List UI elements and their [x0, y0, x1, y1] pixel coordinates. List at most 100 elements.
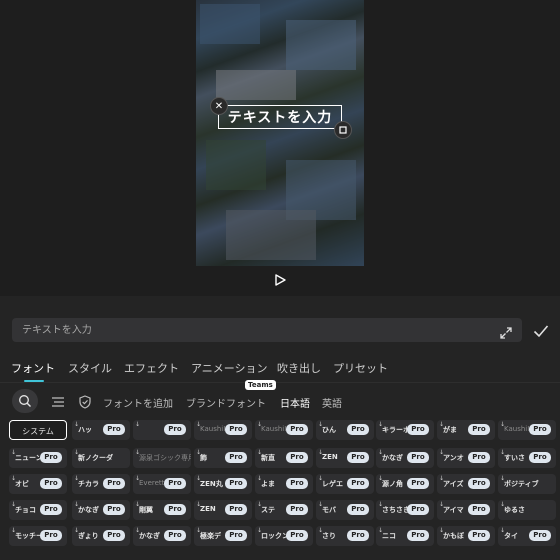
- font-item[interactable]: ↓ ロックン Pro: [255, 526, 313, 546]
- font-item[interactable]: ↓ Pro: [133, 420, 191, 440]
- pro-badge: Pro: [103, 504, 125, 515]
- font-item[interactable]: ↓ かなぎ Pro: [72, 500, 130, 520]
- list-icon[interactable]: [51, 394, 65, 408]
- font-name: タイ: [504, 532, 518, 540]
- pro-badge: Pro: [225, 424, 247, 435]
- tab-preset[interactable]: プリセット: [333, 360, 388, 376]
- font-item[interactable]: ↓ かなぎ Pro: [376, 448, 434, 468]
- pro-badge: Pro: [40, 530, 62, 541]
- pro-badge: Pro: [286, 478, 308, 489]
- font-item[interactable]: ↓ モバ Pro: [316, 500, 374, 520]
- pro-badge: Pro: [286, 530, 308, 541]
- play-icon[interactable]: [273, 272, 287, 286]
- font-item[interactable]: ↓ かもぼ Pro: [437, 526, 495, 546]
- font-grid: システム ↓ ハッ Pro ↓ Pro ↓ KaushiI Pro ↓ KaushiI Pro ↓ ひん P…: [9, 420, 557, 560]
- download-icon: ↓: [135, 421, 141, 428]
- font-name: レゲエ: [322, 480, 343, 488]
- pro-badge: Pro: [347, 478, 369, 489]
- pro-badge: Pro: [103, 478, 125, 489]
- font-item[interactable]: ↓ ぎょり Pro: [72, 526, 130, 546]
- expand-icon[interactable]: [500, 324, 512, 339]
- font-name: 極楽デ: [200, 532, 221, 540]
- font-name: ポジティブ: [504, 480, 539, 488]
- resize-icon[interactable]: [334, 121, 352, 139]
- pro-badge: Pro: [40, 504, 62, 515]
- font-item[interactable]: ↓ ゆるさ: [498, 500, 556, 520]
- text-edit-panel: フォント スタイル エフェクト アニメーション 吹き出し プリセット フォントを…: [0, 296, 560, 560]
- pro-badge: Pro: [347, 504, 369, 515]
- font-name: モッチー: [15, 532, 43, 540]
- font-item[interactable]: ↓ よま Pro: [255, 474, 313, 494]
- font-item[interactable]: ↓ チョコ Pro: [9, 500, 67, 520]
- tab-animation[interactable]: アニメーション: [191, 360, 268, 376]
- english-filter[interactable]: 英語: [322, 395, 342, 410]
- font-item[interactable]: ↓ ポジティブ: [498, 474, 556, 494]
- font-item[interactable]: ↓ かなぎ Pro: [133, 526, 191, 546]
- font-item[interactable]: ↓ ZEN Pro: [194, 500, 252, 520]
- font-item[interactable]: ↓ すいさ Pro: [498, 448, 556, 468]
- font-item[interactable]: ↓ ニューン Pro: [9, 448, 67, 468]
- pro-badge: Pro: [286, 452, 308, 463]
- pro-badge: Pro: [225, 504, 247, 515]
- font-item[interactable]: ↓ KaushiI Pro: [255, 420, 313, 440]
- tab-font[interactable]: フォント: [11, 360, 55, 376]
- font-item[interactable]: ↓ KaushiI Pro: [194, 420, 252, 440]
- tab-effect[interactable]: エフェクト: [124, 360, 179, 376]
- shield-check-icon[interactable]: [78, 394, 92, 409]
- font-item[interactable]: ↓ キラーホ Pro: [376, 420, 434, 440]
- font-item[interactable]: システム: [9, 420, 67, 440]
- font-item[interactable]: ↓ アンオ Pro: [437, 448, 495, 468]
- font-item[interactable]: ↓ がま Pro: [437, 420, 495, 440]
- font-item[interactable]: ↓ さり Pro: [316, 526, 374, 546]
- search-icon[interactable]: [12, 389, 38, 413]
- font-item[interactable]: ↓ アイズ Pro: [437, 474, 495, 494]
- font-item[interactable]: ↓ 極楽デ Pro: [194, 526, 252, 546]
- font-item[interactable]: ↓ ニコ Pro: [376, 526, 434, 546]
- font-item[interactable]: ↓ モッチー Pro: [9, 526, 67, 546]
- font-item[interactable]: ↓ 新直 Pro: [255, 448, 313, 468]
- font-name: アイマ: [443, 506, 464, 514]
- checkmark-icon[interactable]: [533, 323, 549, 338]
- font-name: KaushiI: [261, 425, 287, 433]
- font-name: よま: [261, 480, 275, 488]
- font-item[interactable]: ↓ 飾 Pro: [194, 448, 252, 468]
- font-name: ハッ: [78, 426, 92, 434]
- font-item[interactable]: ↓ チカラ Pro: [72, 474, 130, 494]
- font-item[interactable]: ↓ タイ Pro: [498, 526, 556, 546]
- tab-style[interactable]: スタイル: [68, 360, 112, 376]
- font-item[interactable]: ↓ 源泉ゴシック専用: [133, 448, 191, 468]
- font-item[interactable]: ↓ レゲエ Pro: [316, 474, 374, 494]
- font-item[interactable]: ↓ ZEN Pro: [316, 448, 374, 468]
- font-name: 源泉ゴシック専用: [139, 454, 191, 462]
- text-overlay-box[interactable]: テキストを入力: [218, 105, 342, 129]
- font-name: 源ノ角: [382, 480, 403, 488]
- font-item[interactable]: ↓ Everett Pro: [133, 474, 191, 494]
- add-font-button[interactable]: フォントを追加: [103, 395, 173, 410]
- font-item[interactable]: ↓ オビ Pro: [9, 474, 67, 494]
- brand-font-button[interactable]: ブランドフォント: [186, 395, 266, 410]
- font-name: ZEN: [322, 453, 338, 461]
- font-item[interactable]: ↓ ハッ Pro: [72, 420, 130, 440]
- font-name: かなぎ: [382, 454, 403, 462]
- tab-speech-bubble[interactable]: 吹き出し: [277, 360, 321, 376]
- font-item[interactable]: ↓ ひん Pro: [316, 420, 374, 440]
- font-item[interactable]: ↓ さちさき Pro: [376, 500, 434, 520]
- font-item[interactable]: ↓ 新ノクーダ: [72, 448, 130, 468]
- pro-badge: Pro: [407, 530, 429, 541]
- font-name: 新直: [261, 454, 275, 462]
- text-input[interactable]: [12, 318, 482, 342]
- font-name: ZEN: [200, 505, 216, 513]
- font-name: かもぼ: [443, 532, 464, 540]
- font-item[interactable]: ↓ アイマ Pro: [437, 500, 495, 520]
- font-item[interactable]: ↓ ステ Pro: [255, 500, 313, 520]
- font-name: さちさき: [382, 506, 410, 514]
- font-item[interactable]: ↓ KaushiI Pro: [498, 420, 556, 440]
- font-item[interactable]: ↓ ZEN丸 Pro: [194, 474, 252, 494]
- font-name: かなぎ: [139, 532, 160, 540]
- font-name: KaushiI: [504, 425, 530, 433]
- close-icon[interactable]: ✕: [210, 97, 228, 115]
- pro-badge: Pro: [347, 424, 369, 435]
- font-item[interactable]: ↓ 剛翼 Pro: [133, 500, 191, 520]
- font-item[interactable]: ↓ 源ノ角 Pro: [376, 474, 434, 494]
- japanese-filter[interactable]: 日本語: [280, 395, 310, 410]
